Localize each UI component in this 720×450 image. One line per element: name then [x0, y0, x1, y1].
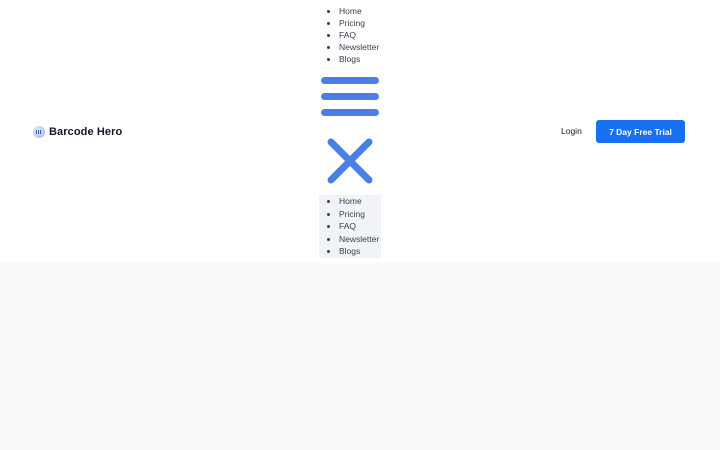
nav-item-home[interactable]: Home: [339, 195, 381, 208]
nav-list-bottom: Home Pricing FAQ Newsletter Blogs: [319, 195, 381, 258]
hamburger-menu-icon[interactable]: [321, 77, 379, 117]
login-link[interactable]: Login: [561, 126, 582, 136]
nav-item-newsletter[interactable]: Newsletter: [339, 233, 381, 246]
menu-bar-middle: [321, 93, 379, 100]
site-header: Barcode Hero Home Pricing FAQ Newsletter…: [0, 0, 720, 262]
nav-item-newsletter[interactable]: Newsletter: [339, 41, 379, 53]
nav-list-top: Home Pricing FAQ Newsletter Blogs: [319, 5, 379, 65]
page-content-area: [0, 262, 720, 450]
nav-item-home[interactable]: Home: [339, 5, 379, 17]
nav-item-blogs[interactable]: Blogs: [339, 53, 379, 65]
menu-bar-top: [321, 77, 379, 84]
nav-item-faq[interactable]: FAQ: [339, 220, 381, 233]
nav-item-blogs[interactable]: Blogs: [339, 245, 381, 258]
close-icon[interactable]: [326, 138, 374, 184]
brand[interactable]: Barcode Hero: [33, 124, 122, 139]
free-trial-button[interactable]: 7 Day Free Trial: [596, 120, 685, 143]
nav-item-pricing[interactable]: Pricing: [339, 17, 379, 29]
menu-bar-bottom: [321, 109, 379, 116]
brand-name: Barcode Hero: [49, 125, 123, 138]
nav-item-faq[interactable]: FAQ: [339, 29, 379, 41]
barcode-logo-icon: [33, 125, 45, 138]
nav-item-pricing[interactable]: Pricing: [339, 208, 381, 221]
